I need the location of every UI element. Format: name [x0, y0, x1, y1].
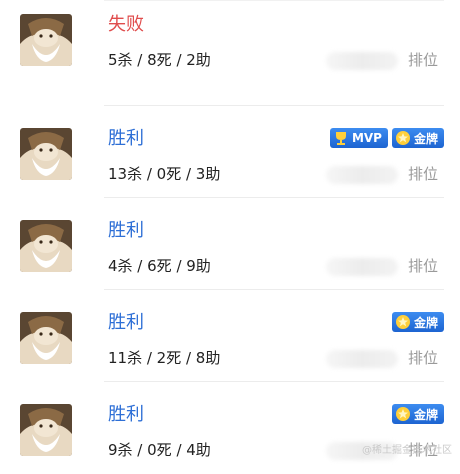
rank-mode-label: 排位: [408, 257, 439, 275]
match-history-list: 失败 5杀 / 8死 / 2助 排位 胜利 MVP 金牌 13杀 / 0死 / …: [0, 0, 460, 460]
divider: [104, 289, 444, 290]
mvp-badge-label: MVP: [351, 131, 382, 145]
kda-text: 11杀 / 2死 / 8助: [108, 349, 221, 367]
badge-group: 金牌: [391, 312, 444, 332]
trophy-icon: [335, 132, 346, 145]
divider: [104, 197, 444, 198]
hero-avatar: [20, 220, 72, 272]
gold-badge: 金牌: [391, 128, 444, 148]
blurred-info: [326, 258, 398, 276]
badge-group: 金牌: [391, 404, 444, 424]
badge-group: MVP 金牌: [329, 128, 444, 148]
match-row[interactable]: 胜利 金牌 11杀 / 2死 / 8助 排位: [0, 289, 460, 382]
blurred-info: [326, 350, 398, 368]
match-result: 失败: [108, 14, 144, 35]
match-row[interactable]: 失败 5杀 / 8死 / 2助 排位: [0, 0, 460, 84]
kda-text: 5杀 / 8死 / 2助: [108, 51, 211, 69]
match-result: 胜利: [108, 404, 144, 425]
match-row[interactable]: 胜利 MVP 金牌 13杀 / 0死 / 3助 排位: [0, 105, 460, 198]
gold-badge-label: 金牌: [413, 131, 438, 146]
gold-medal-icon: [395, 131, 410, 145]
gold-badge: 金牌: [391, 312, 444, 332]
match-result: 胜利: [108, 312, 144, 333]
hero-avatar: [20, 14, 72, 66]
match-row[interactable]: 胜利 金牌 9杀 / 0死 / 4助 排位: [0, 381, 460, 474]
mvp-badge: MVP: [329, 128, 388, 148]
divider: [104, 105, 444, 106]
gold-badge-label: 金牌: [413, 407, 438, 422]
match-result: 胜利: [108, 128, 144, 149]
match-result: 胜利: [108, 220, 144, 241]
hero-avatar: [20, 128, 72, 180]
blurred-info: [326, 52, 398, 70]
hero-avatar: [20, 312, 72, 364]
hero-avatar: [20, 404, 72, 456]
blurred-info: [326, 166, 398, 184]
kda-text: 9杀 / 0死 / 4助: [108, 441, 211, 459]
rank-mode-label: 排位: [408, 165, 439, 183]
match-row[interactable]: 胜利 4杀 / 6死 / 9助 排位: [0, 197, 460, 290]
gold-medal-icon: [395, 407, 410, 421]
gold-badge-label: 金牌: [413, 315, 438, 330]
gold-badge: 金牌: [391, 404, 444, 424]
rank-mode-label: 排位: [408, 51, 439, 69]
watermark: @稀土掘金技术社区: [362, 445, 452, 456]
divider: [104, 381, 444, 382]
kda-text: 4杀 / 6死 / 9助: [108, 257, 211, 275]
kda-text: 13杀 / 0死 / 3助: [108, 165, 221, 183]
gold-medal-icon: [395, 315, 410, 329]
rank-mode-label: 排位: [408, 349, 439, 367]
